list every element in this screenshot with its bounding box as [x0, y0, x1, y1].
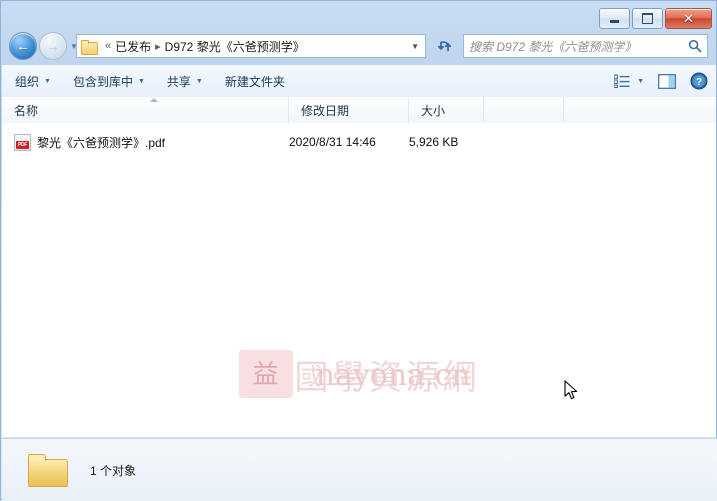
maximize-button[interactable] [632, 8, 663, 29]
title-bar: ✕ [1, 1, 717, 29]
refresh-icon [437, 40, 451, 51]
preview-pane-button[interactable] [658, 69, 676, 93]
folder-icon [28, 454, 68, 487]
window-controls: ✕ [599, 8, 712, 29]
column-header-spare[interactable] [484, 97, 564, 123]
table-row[interactable]: 黎光《六爸预测学》.pdf 2020/8/31 14:46 5,926 KB [2, 131, 716, 153]
refresh-button[interactable] [431, 34, 459, 58]
breadcrumb-bar[interactable]: « 已发布 ▸ D972 黎光《六爸预测学》 ▼ [76, 34, 426, 58]
organize-label: 组织 [15, 74, 40, 89]
maximize-icon [642, 13, 653, 24]
include-in-library-label: 包含到库中 [72, 74, 133, 89]
search-icon[interactable] [688, 39, 702, 53]
list-view-icon [614, 74, 630, 88]
search-input[interactable]: 搜索 D972 黎光《六爸预测学》 [469, 38, 636, 55]
help-button[interactable]: ? [690, 69, 708, 93]
watermark-latin-text: nayona.cn [315, 357, 471, 393]
help-icon: ? [690, 72, 708, 90]
pdf-file-icon [14, 133, 31, 151]
chevron-down-icon: ▼ [195, 77, 203, 85]
close-icon: ✕ [683, 11, 694, 26]
minimize-icon [610, 20, 619, 23]
file-modified-label: 2020/8/31 14:46 [289, 135, 376, 149]
column-headers: 名称 修改日期 大小 [2, 97, 716, 124]
explorer-window: ✕ ← → ▼ « 已发布 ▸ D972 黎光《六爸预测学》 ▼ 搜索 D972… [0, 0, 717, 501]
file-size-label: 5,926 KB [409, 135, 459, 149]
watermark-chinese-text: 國學資源網 [294, 357, 480, 398]
minimize-button[interactable] [599, 8, 630, 29]
breadcrumb-overflow-icon[interactable]: « [105, 40, 111, 52]
folder-icon [81, 39, 98, 55]
back-button[interactable]: ← [9, 32, 37, 60]
share-button[interactable]: 共享 ▼ [158, 69, 212, 93]
status-bar: 1 个对象 [2, 438, 717, 501]
toolbar-right-group: ▼ ? [614, 69, 716, 93]
breadcrumb-dropdown-icon[interactable]: ▼ [411, 42, 421, 51]
search-box[interactable]: 搜索 D972 黎光《六爸预测学》 [463, 34, 708, 58]
column-header-name-label: 名称 [14, 103, 39, 118]
file-modified-cell: 2020/8/31 14:46 [289, 131, 409, 153]
navigation-buttons: ← → ▼ [9, 32, 78, 60]
breadcrumb-item-published[interactable]: 已发布 [115, 38, 151, 55]
file-size-cell: 5,926 KB [409, 131, 484, 153]
include-in-library-button[interactable]: 包含到库中 ▼ [64, 69, 154, 93]
share-label: 共享 [166, 74, 191, 89]
new-folder-label: 新建文件夹 [224, 74, 285, 89]
chevron-down-icon: ▼ [137, 77, 145, 85]
status-text: 1 个对象 [90, 463, 137, 478]
file-name-label: 黎光《六爸预测学》.pdf [37, 135, 166, 150]
column-header-modified-label: 修改日期 [301, 103, 350, 118]
column-header-size[interactable]: 大小 [409, 97, 484, 123]
address-bar-row: ← → ▼ « 已发布 ▸ D972 黎光《六爸预测学》 ▼ 搜索 D972 黎… [1, 31, 717, 61]
svg-text:?: ? [696, 77, 702, 88]
new-folder-button[interactable]: 新建文件夹 [216, 69, 294, 93]
watermark-logo-icon: 益 [238, 350, 293, 398]
file-list[interactable]: 黎光《六爸预测学》.pdf 2020/8/31 14:46 5,926 KB 益… [2, 123, 716, 437]
view-options-button[interactable]: ▼ [614, 69, 644, 93]
back-arrow-icon: ← [16, 38, 30, 54]
column-header-modified[interactable]: 修改日期 [289, 97, 409, 123]
watermark-text-group: 國學資源網 nayona.cn [295, 350, 480, 399]
chevron-down-icon: ▼ [637, 77, 644, 85]
column-header-name[interactable]: 名称 [2, 97, 289, 123]
file-name-cell[interactable]: 黎光《六爸预测学》.pdf [14, 131, 289, 153]
organize-button[interactable]: 组织 ▼ [6, 69, 60, 93]
column-header-size-label: 大小 [421, 103, 446, 118]
breadcrumb-separator-icon: ▸ [155, 40, 161, 53]
forward-button[interactable]: → [39, 32, 67, 60]
watermark: 益 國學資源網 nayona.cn [2, 341, 716, 407]
preview-pane-icon [658, 73, 676, 89]
breadcrumb-item-current[interactable]: D972 黎光《六爸预测学》 [165, 38, 305, 55]
chevron-down-icon: ▼ [44, 77, 51, 85]
toolbar: 组织 ▼ 包含到库中 ▼ 共享 ▼ 新建文件夹 ▼ ? [2, 65, 716, 98]
forward-arrow-icon: → [46, 38, 60, 54]
close-button[interactable]: ✕ [665, 8, 712, 29]
